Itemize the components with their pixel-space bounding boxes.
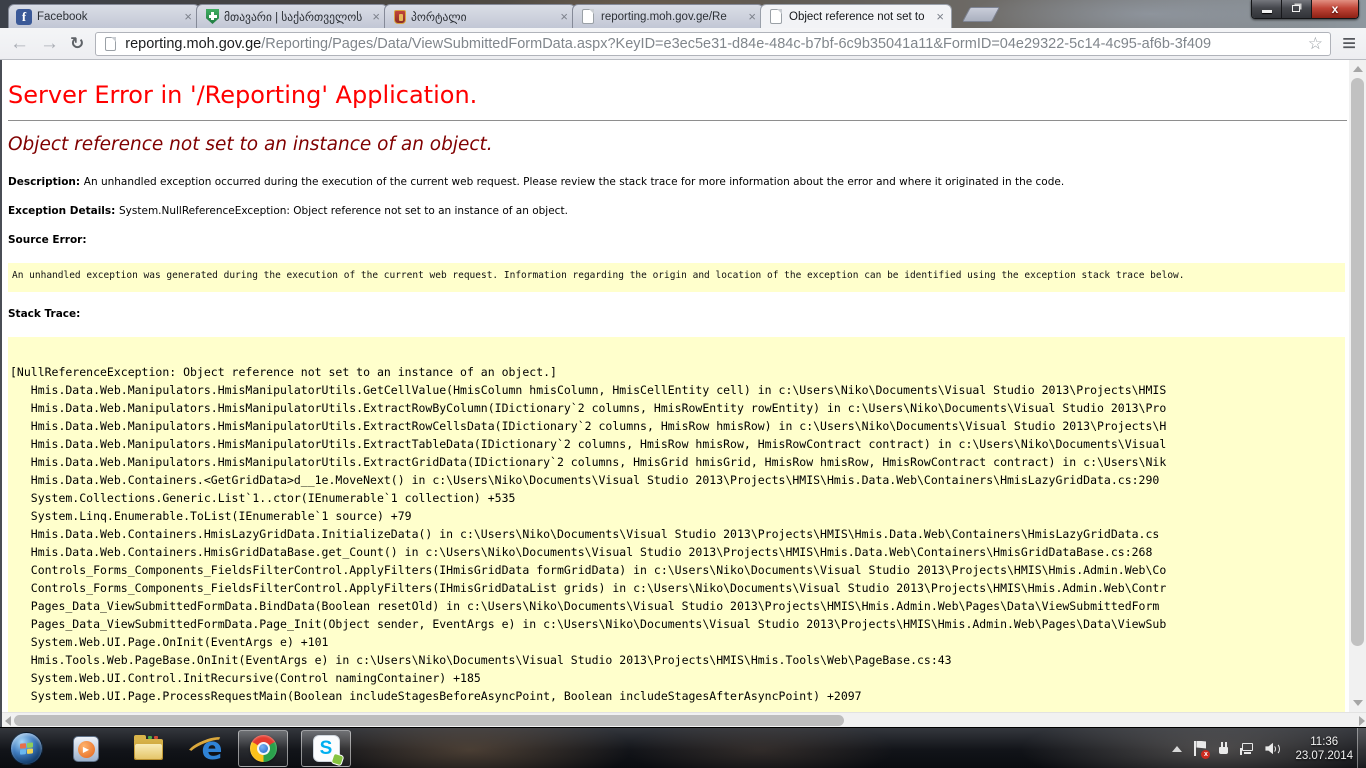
- tab-error-active[interactable]: Object reference not set to ×: [760, 4, 952, 28]
- tab-title: პორტალი: [411, 10, 552, 24]
- tab-portali[interactable]: პორტალი ×: [384, 4, 576, 28]
- restore-button[interactable]: [1282, 0, 1312, 18]
- close-icon[interactable]: ×: [369, 11, 380, 23]
- url-text: reporting.moh.gov.ge/Reporting/Pages/Dat…: [125, 36, 1300, 52]
- horizontal-scroll-thumb[interactable]: [14, 715, 844, 726]
- close-icon[interactable]: ×: [933, 11, 944, 23]
- restore-icon: [1292, 5, 1300, 12]
- tab-title: Object reference not set to: [789, 11, 928, 23]
- emblem-icon: [394, 10, 406, 24]
- tab-title: reporting.moh.gov.ge/Re: [601, 11, 740, 23]
- stack-trace-pre: [NullReferenceException: Object referenc…: [10, 363, 1345, 705]
- taskbar-item-ie[interactable]: e: [192, 733, 232, 765]
- scroll-left-icon[interactable]: [5, 716, 11, 726]
- page-icon: [770, 9, 782, 24]
- exception-label: Exception Details:: [8, 205, 119, 217]
- tab-reporting[interactable]: reporting.moh.gov.ge/Re ×: [572, 4, 764, 28]
- horizontal-scrollbar[interactable]: [2, 712, 1366, 727]
- error-page-content: Server Error in '/Reporting' Application…: [2, 60, 1351, 719]
- reload-button[interactable]: ↻: [70, 35, 84, 53]
- page-icon: [105, 37, 116, 51]
- scroll-up-icon[interactable]: [1353, 66, 1363, 72]
- browser-toolbar: ← → ↻ reporting.moh.gov.ge/Reporting/Pag…: [0, 28, 1366, 60]
- description-text: An unhandled exception occurred during t…: [84, 176, 1064, 188]
- tab-title: მთავარი | საქართველოს: [224, 10, 364, 24]
- stack-trace-label: Stack Trace:: [8, 308, 1347, 320]
- action-center-flag-icon[interactable]: x: [1194, 741, 1207, 757]
- page-viewport: Server Error in '/Reporting' Application…: [0, 60, 1366, 727]
- show-desktop-button[interactable]: [1357, 728, 1366, 768]
- network-icon[interactable]: [1240, 742, 1255, 756]
- volume-icon[interactable]: [1265, 742, 1281, 756]
- back-button[interactable]: ←: [10, 34, 29, 53]
- stack-trace-box: [NullReferenceException: Object referenc…: [8, 337, 1345, 719]
- address-bar[interactable]: reporting.moh.gov.ge/Reporting/Pages/Dat…: [95, 32, 1331, 56]
- screen: f Facebook × მთავარი | საქართველოს × პორ…: [0, 0, 1366, 768]
- folder-icon: [134, 739, 163, 760]
- url-path: /Reporting/Pages/Data/ViewSubmittedFormD…: [261, 36, 1211, 52]
- bookmark-star-icon[interactable]: ☆: [1308, 35, 1323, 52]
- tab-strip: f Facebook × მთავარი | საქართველოს × პორ…: [0, 0, 1366, 28]
- vertical-scroll-thumb[interactable]: [1351, 78, 1364, 646]
- description-label: Description:: [8, 176, 84, 188]
- exception-text: System.NullReferenceException: Object re…: [119, 205, 568, 217]
- chrome-icon: [250, 735, 277, 762]
- page-icon: [582, 9, 594, 24]
- windows-flag-icon: [20, 742, 34, 755]
- skype-icon: S: [313, 735, 340, 762]
- tab-title: Facebook: [37, 11, 176, 23]
- error-subtitle: Object reference not set to an instance …: [8, 134, 1347, 155]
- clock-date: 23.07.2014: [1295, 749, 1353, 763]
- minimize-button[interactable]: [1252, 0, 1282, 18]
- close-icon[interactable]: ×: [181, 11, 192, 23]
- error-title: Server Error in '/Reporting' Application…: [8, 81, 1347, 109]
- shield-icon: [206, 9, 219, 24]
- source-error-box: An unhandled exception was generated dur…: [8, 263, 1345, 292]
- exception-line: Exception Details: System.NullReferenceE…: [8, 205, 1347, 217]
- tray-expand-icon[interactable]: [1172, 746, 1182, 752]
- minimize-icon: [1262, 10, 1272, 13]
- taskbar-item-wmp[interactable]: ▶: [66, 733, 106, 765]
- taskbar-item-explorer[interactable]: [128, 733, 168, 765]
- taskbar-item-chrome[interactable]: [238, 730, 288, 767]
- description-line: Description: An unhandled exception occu…: [8, 176, 1347, 188]
- scroll-right-icon[interactable]: [1359, 716, 1365, 726]
- vertical-scrollbar[interactable]: [1349, 60, 1366, 712]
- clock-time: 11:36: [1295, 735, 1353, 749]
- media-player-icon: ▶: [73, 736, 99, 762]
- url-host: reporting.moh.gov.ge: [125, 36, 261, 52]
- scroll-down-icon[interactable]: [1353, 700, 1363, 706]
- system-tray: x 11:36 23.07.2014: [1172, 728, 1353, 768]
- clock[interactable]: 11:36 23.07.2014: [1291, 735, 1353, 763]
- tab-facebook[interactable]: f Facebook ×: [8, 4, 200, 28]
- close-window-icon: x: [1312, 2, 1358, 16]
- close-window-button[interactable]: x: [1312, 0, 1358, 18]
- chrome-menu-icon[interactable]: ≡: [1342, 33, 1356, 55]
- skype-leaf-icon: [330, 753, 344, 767]
- facebook-icon: f: [16, 9, 32, 25]
- divider: [8, 120, 1347, 121]
- window-controls: x: [1251, 0, 1359, 19]
- new-tab-button[interactable]: [962, 7, 1000, 22]
- taskbar: ▶ e S x: [0, 727, 1366, 768]
- forward-button[interactable]: →: [40, 34, 59, 53]
- source-error-label: Source Error:: [8, 234, 1347, 246]
- start-button[interactable]: [10, 732, 43, 765]
- close-icon[interactable]: ×: [745, 11, 756, 23]
- taskbar-item-skype[interactable]: S: [301, 730, 351, 767]
- tab-mtavari[interactable]: მთავარი | საქართველოს ×: [196, 4, 388, 28]
- close-icon[interactable]: ×: [557, 11, 568, 23]
- power-plug-icon[interactable]: [1217, 742, 1230, 756]
